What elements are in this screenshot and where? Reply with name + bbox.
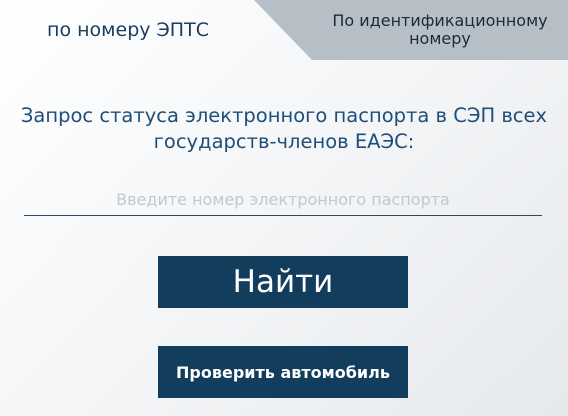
find-button[interactable]: Найти — [158, 256, 408, 308]
epts-number-input[interactable] — [24, 184, 542, 216]
tab-by-identification-number-label: По идентификационному номеру — [332, 11, 548, 48]
tab-by-identification-number[interactable]: По идентификационному номеру — [254, 0, 568, 60]
check-car-button[interactable]: Проверить автомобиль — [158, 346, 408, 398]
tab-by-epts-number[interactable]: по номеру ЭПТС — [0, 0, 254, 60]
form-heading: Запрос статуса электронного паспорта в С… — [20, 104, 548, 153]
tab-by-epts-number-label: по номеру ЭПТС — [47, 19, 209, 41]
epts-search-widget: по номеру ЭПТС По идентификационному ном… — [0, 0, 568, 416]
